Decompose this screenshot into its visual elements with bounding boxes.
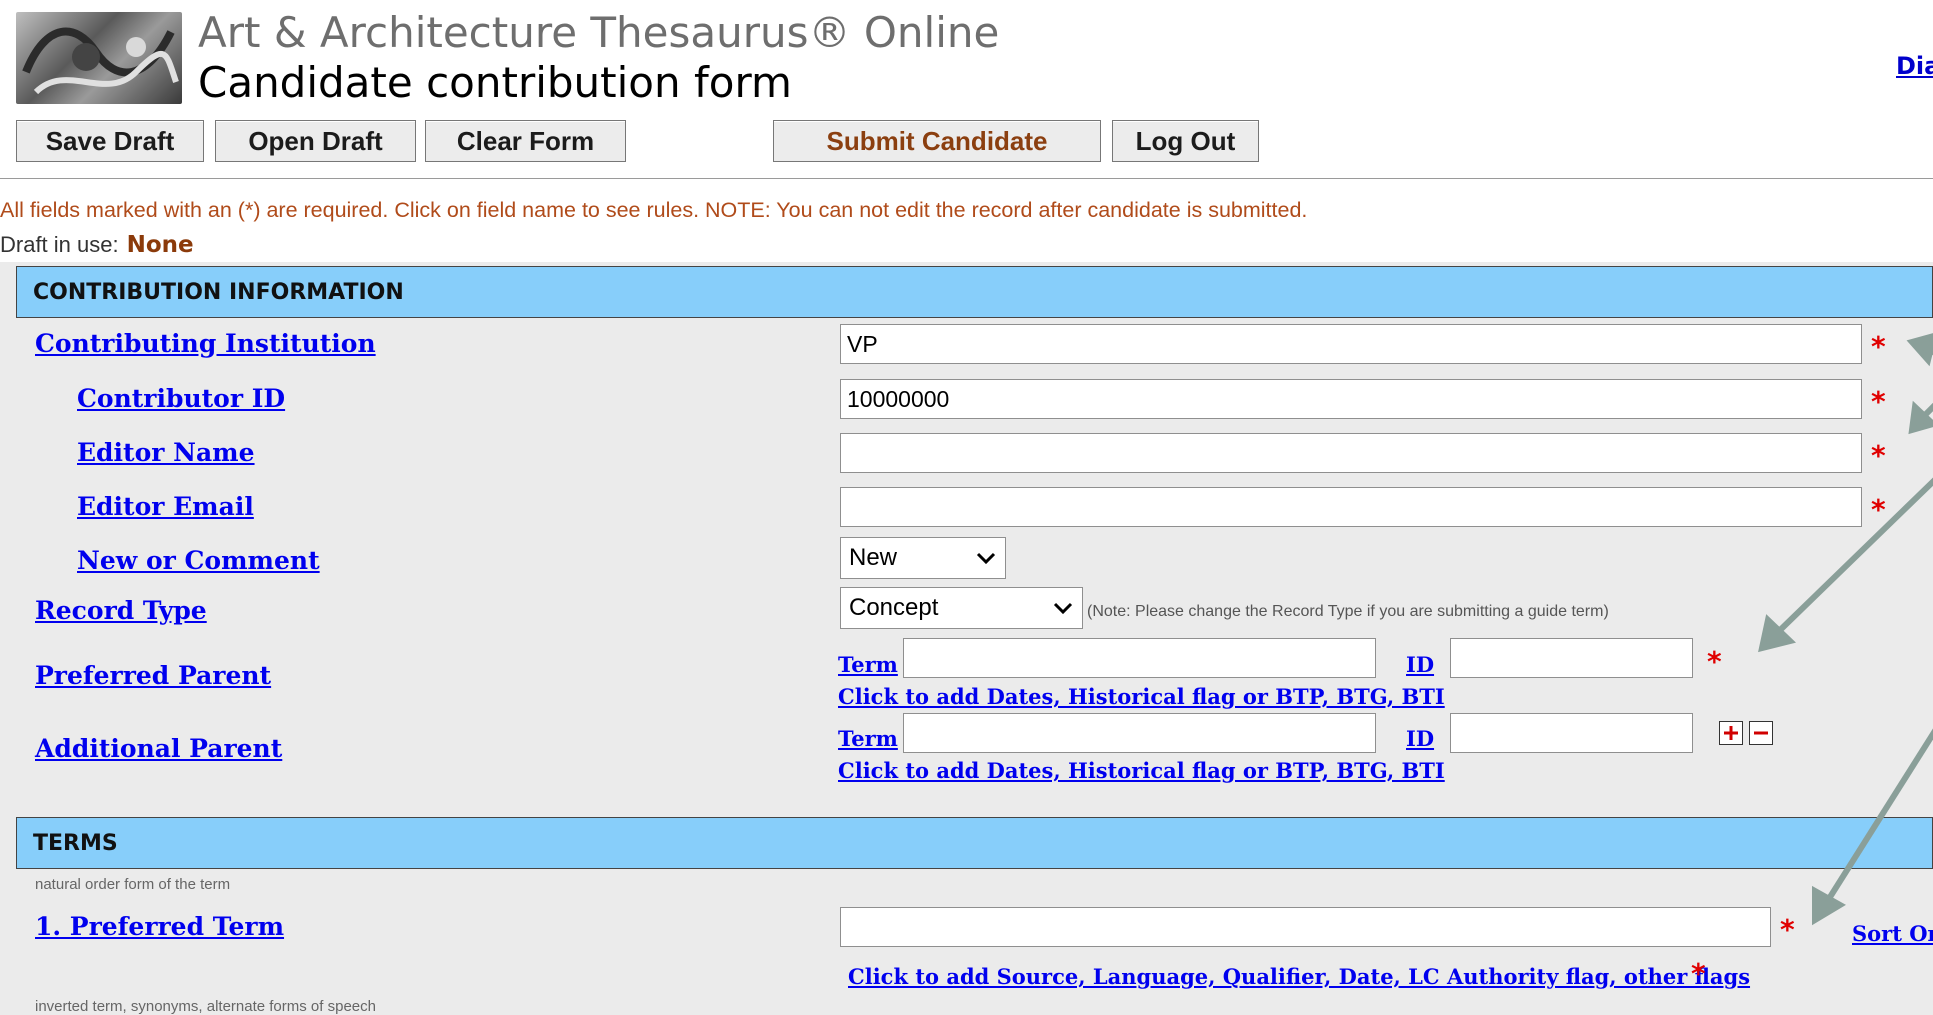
editor-name-label[interactable]: Editor Name: [77, 438, 255, 467]
required-notice: All fields marked with an (*) are requir…: [0, 198, 1308, 222]
draft-label: Draft in use:: [0, 232, 119, 257]
new-or-comment-label[interactable]: New or Comment: [77, 546, 320, 575]
preferred-term-input[interactable]: [840, 907, 1771, 947]
section-terms: TERMS: [16, 817, 1933, 869]
record-type-value: Concept: [849, 594, 939, 621]
required-asterisk: *: [1871, 493, 1886, 526]
add-parent-button[interactable]: [1719, 721, 1743, 745]
required-asterisk: *: [1871, 385, 1886, 418]
next-term-hint: inverted term, synonyms, alternate forms…: [35, 998, 376, 1015]
submit-candidate-button[interactable]: Submit Candidate: [773, 120, 1101, 162]
new-or-comment-value: New: [849, 544, 898, 571]
additional-parent-id-input[interactable]: [1450, 713, 1693, 753]
form-page: Art & Architecture Thesaurus® Online Can…: [0, 0, 1933, 1015]
required-asterisk: *: [1707, 645, 1722, 678]
page-title: Candidate contribution form: [198, 58, 792, 107]
contributor-id-input[interactable]: [840, 379, 1862, 419]
draft-status: Draft in use: None: [0, 232, 194, 258]
open-draft-button[interactable]: Open Draft: [215, 120, 416, 162]
record-type-label[interactable]: Record Type: [35, 596, 207, 625]
ornament-icon: [22, 27, 179, 95]
preferred-parent-id-input[interactable]: [1450, 638, 1693, 678]
sort-order-link[interactable]: Sort Or: [1852, 921, 1933, 946]
preferred-term-hint: natural order form of the term: [35, 876, 231, 893]
preferred-parent-id-label[interactable]: ID: [1406, 652, 1434, 677]
editor-email-label[interactable]: Editor Email: [77, 492, 254, 521]
plus-icon: [1724, 726, 1738, 740]
section-contribution-information: CONTRIBUTION INFORMATION: [16, 266, 1933, 318]
preferred-parent-dates-link[interactable]: Click to add Dates, Historical flag or B…: [838, 684, 1445, 709]
chevron-down-icon: [976, 552, 996, 565]
logo: [16, 12, 182, 104]
contributing-institution-input[interactable]: [840, 324, 1862, 364]
required-asterisk: *: [1691, 957, 1706, 990]
preferred-parent-label[interactable]: Preferred Parent: [35, 661, 271, 690]
divider: [0, 178, 1933, 179]
required-asterisk: *: [1780, 913, 1795, 946]
minus-icon: [1754, 731, 1768, 735]
save-draft-button[interactable]: Save Draft: [16, 120, 204, 162]
required-asterisk: *: [1871, 330, 1886, 363]
editor-email-input[interactable]: [840, 487, 1862, 527]
editor-name-input[interactable]: [840, 433, 1862, 473]
diagram-link[interactable]: Dia: [1896, 52, 1933, 80]
record-type-note: (Note: Please change the Record Type if …: [1087, 603, 1609, 620]
additional-parent-label[interactable]: Additional Parent: [35, 734, 282, 763]
contributing-institution-label[interactable]: Contributing Institution: [35, 329, 376, 358]
log-out-button[interactable]: Log Out: [1112, 120, 1259, 162]
additional-parent-id-label[interactable]: ID: [1406, 726, 1434, 751]
preferred-term-flags-link[interactable]: Click to add Source, Language, Qualifier…: [848, 964, 1750, 989]
additional-parent-term-input[interactable]: [903, 713, 1376, 753]
record-type-select[interactable]: Concept: [840, 587, 1083, 629]
preferred-parent-term-input[interactable]: [903, 638, 1376, 678]
preferred-term-label[interactable]: 1. Preferred Term: [35, 912, 284, 941]
required-asterisk: *: [1871, 439, 1886, 472]
new-or-comment-select[interactable]: New: [840, 537, 1006, 579]
remove-parent-button[interactable]: [1749, 721, 1773, 745]
app-title: Art & Architecture Thesaurus® Online: [198, 8, 1000, 57]
additional-parent-dates-link[interactable]: Click to add Dates, Historical flag or B…: [838, 758, 1445, 783]
chevron-down-icon: [1053, 602, 1073, 615]
clear-form-button[interactable]: Clear Form: [425, 120, 626, 162]
additional-parent-term-label[interactable]: Term: [838, 726, 898, 751]
preferred-parent-term-label[interactable]: Term: [838, 652, 898, 677]
contributor-id-label[interactable]: Contributor ID: [77, 384, 285, 413]
draft-value: None: [126, 232, 194, 258]
